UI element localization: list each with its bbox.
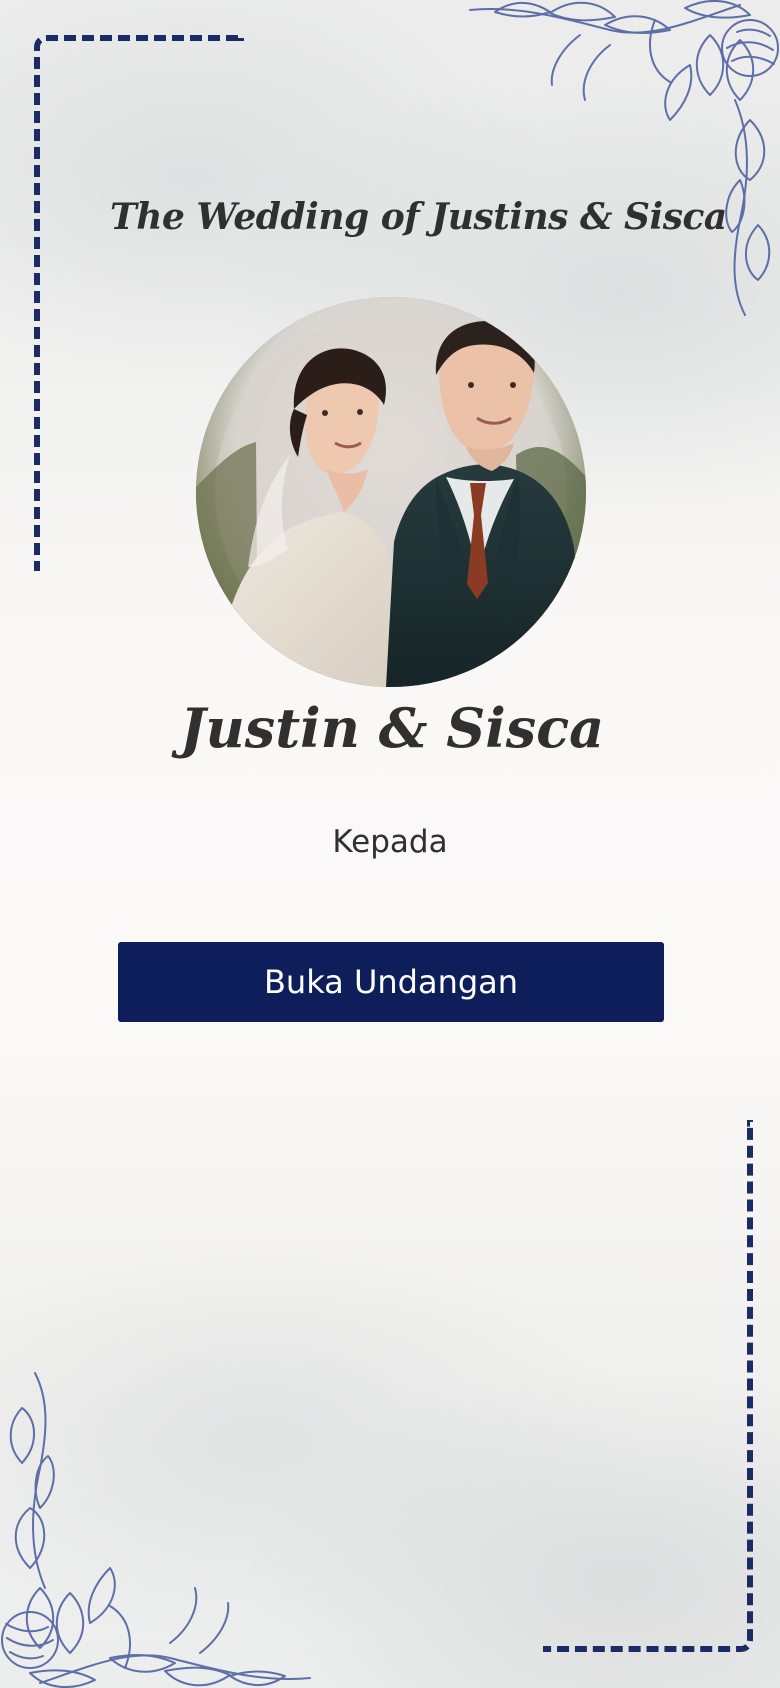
open-invitation-button[interactable]: Buka Undangan	[118, 942, 664, 1022]
floral-corner-bottom-left-icon	[1, 1372, 311, 1688]
dashed-frame-bottom-right	[543, 1120, 753, 1652]
couple-photo	[196, 297, 586, 687]
couple-photo-illustration	[196, 297, 586, 687]
wedding-title: The Wedding of Justins & Sisca	[110, 196, 727, 238]
couple-names: Justin & Sisca	[180, 696, 605, 760]
floral-corner-top-right-icon	[469, 0, 779, 316]
recipient-label: Kepada	[332, 824, 448, 860]
